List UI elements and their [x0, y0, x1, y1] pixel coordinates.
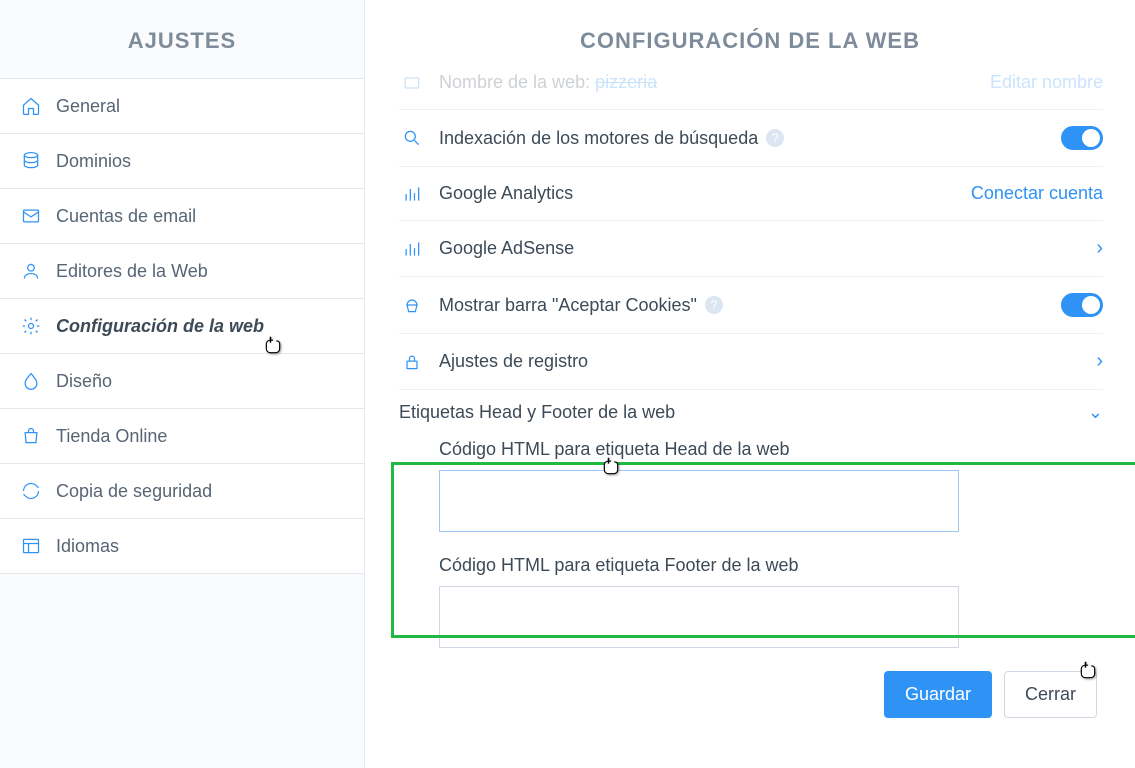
sidebar-item-label: Diseño — [56, 371, 112, 392]
cookies-label: Mostrar barra "Aceptar Cookies" — [439, 295, 697, 316]
home-icon — [20, 95, 42, 117]
head-code-label: Código HTML para etiqueta Head de la web — [439, 439, 1097, 460]
footer-code-label: Código HTML para etiqueta Footer de la w… — [439, 555, 1097, 576]
layout-icon — [20, 535, 42, 557]
sidebar-item-configuracion[interactable]: Configuración de la web — [0, 299, 364, 354]
site-name-value: pizzeria — [595, 72, 657, 92]
indexing-label: Indexación de los motores de búsqueda — [439, 128, 758, 149]
sidebar-item-label: Copia de seguridad — [56, 481, 212, 502]
sidebar-item-label: General — [56, 96, 120, 117]
sidebar-item-label: Idiomas — [56, 536, 119, 557]
cookies-toggle[interactable] — [1061, 293, 1103, 317]
sidebar-item-backup[interactable]: Copia de seguridad — [0, 464, 364, 519]
sidebar-item-editores[interactable]: Editores de la Web — [0, 244, 364, 299]
chevron-right-icon[interactable]: › — [1096, 237, 1103, 260]
sidebar-item-dominios[interactable]: Dominios — [0, 134, 364, 189]
close-button[interactable]: Cerrar — [1004, 671, 1097, 718]
mail-icon — [20, 205, 42, 227]
sidebar-item-idiomas[interactable]: Idiomas — [0, 519, 364, 574]
sidebar-item-label: Cuentas de email — [56, 206, 196, 227]
sidebar-item-diseno[interactable]: Diseño — [0, 354, 364, 409]
refresh-icon — [20, 480, 42, 502]
drop-icon — [20, 370, 42, 392]
main-panel: CONFIGURACIÓN DE LA WEB Nombre de la web… — [365, 0, 1135, 768]
registro-label: Ajustes de registro — [439, 351, 588, 372]
edit-name-link[interactable]: Editar nombre — [990, 72, 1103, 93]
lock-icon — [399, 352, 425, 372]
row-head-footer[interactable]: Etiquetas Head y Footer de la web ⌄ — [399, 390, 1103, 433]
row-registro[interactable]: Ajustes de registro › — [399, 334, 1103, 390]
stats-icon — [399, 239, 425, 259]
sidebar-item-general[interactable]: General — [0, 79, 364, 134]
connect-account-link[interactable]: Conectar cuenta — [971, 183, 1103, 204]
tag-icon — [399, 73, 425, 93]
adsense-label: Google AdSense — [439, 238, 574, 259]
sidebar-item-label: Tienda Online — [56, 426, 167, 447]
gear-icon — [20, 315, 42, 337]
user-icon — [20, 260, 42, 282]
chevron-right-icon[interactable]: › — [1096, 350, 1103, 373]
sidebar: AJUSTES General Dominios Cuentas de emai… — [0, 0, 365, 768]
sidebar-item-tienda[interactable]: Tienda Online — [0, 409, 364, 464]
row-google-analytics[interactable]: Google Analytics Conectar cuenta — [399, 167, 1103, 221]
ga-label: Google Analytics — [439, 183, 573, 204]
row-site-name[interactable]: Nombre de la web: pizzeria Editar nombre — [399, 56, 1103, 110]
chevron-down-icon[interactable]: ⌄ — [1088, 402, 1103, 423]
row-google-adsense[interactable]: Google AdSense › — [399, 221, 1103, 277]
help-icon[interactable]: ? — [766, 129, 784, 147]
sidebar-item-label: Editores de la Web — [56, 261, 208, 282]
sidebar-title: AJUSTES — [0, 0, 364, 79]
sidebar-item-label: Configuración de la web — [56, 316, 264, 337]
bag-icon — [20, 425, 42, 447]
row-cookies[interactable]: Mostrar barra "Aceptar Cookies" ? — [399, 277, 1103, 334]
row-indexing[interactable]: Indexación de los motores de búsqueda ? — [399, 110, 1103, 167]
help-icon[interactable]: ? — [705, 296, 723, 314]
button-row: Guardar Cerrar — [399, 671, 1097, 718]
head-footer-form: Código HTML para etiqueta Head de la web… — [399, 439, 1103, 653]
stats-icon — [399, 184, 425, 204]
footer-code-input[interactable] — [439, 586, 959, 648]
site-name-label: Nombre de la web: — [439, 72, 590, 92]
settings-list: Nombre de la web: pizzeria Editar nombre… — [399, 56, 1135, 718]
sidebar-item-email[interactable]: Cuentas de email — [0, 189, 364, 244]
indexing-toggle[interactable] — [1061, 126, 1103, 150]
cupcake-icon — [399, 295, 425, 315]
headfooter-label: Etiquetas Head y Footer de la web — [399, 402, 675, 423]
save-button[interactable]: Guardar — [884, 671, 992, 718]
head-code-input[interactable] — [439, 470, 959, 532]
database-icon — [20, 150, 42, 172]
search-icon — [399, 128, 425, 148]
sidebar-item-label: Dominios — [56, 151, 131, 172]
